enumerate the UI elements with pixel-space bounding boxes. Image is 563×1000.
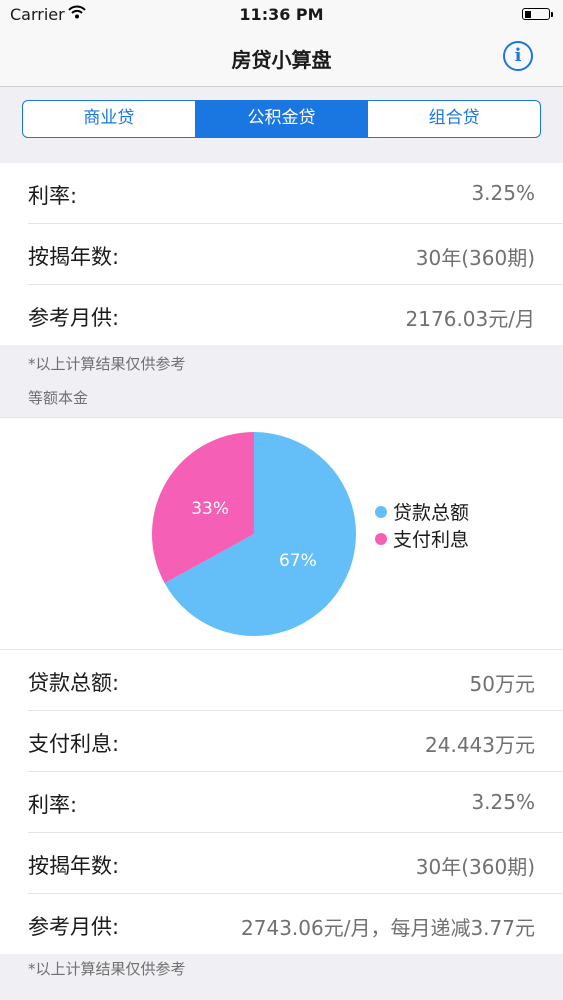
- segment-area: 商业贷 公积金贷 组合贷: [0, 87, 563, 153]
- result-list-equal-principal: 贷款总额: 50万元 支付利息: 24.443万元 利率: 3.25% 按揭年数…: [0, 649, 563, 954]
- clock: 11:36 PM: [239, 5, 324, 24]
- row-label: 按揭年数:: [28, 245, 120, 269]
- tab-provident-fund-loan[interactable]: 公积金贷: [195, 101, 369, 137]
- list-item: 支付利息: 24.443万元: [28, 711, 563, 772]
- result-list-equal-installment: 利率: 3.25% 按揭年数: 30年(360期) 参考月供: 2176.03元…: [0, 163, 563, 345]
- loan-type-segmented-control: 商业贷 公积金贷 组合贷: [22, 100, 541, 138]
- info-icon[interactable]: i: [503, 41, 533, 71]
- pie-slice-label: 67%: [279, 551, 317, 571]
- row-label: 参考月供:: [28, 306, 120, 330]
- status-bar: Carrier 11:36 PM: [0, 0, 563, 30]
- tab-commercial-loan[interactable]: 商业贷: [23, 101, 196, 137]
- legend-swatch: [375, 533, 387, 545]
- row-label: 利率:: [28, 793, 78, 817]
- disclaimer-note: *以上计算结果仅供参考: [28, 355, 186, 373]
- row-label: 利率:: [28, 184, 78, 208]
- list-item: 按揭年数: 30年(360期): [28, 833, 563, 894]
- row-label: 参考月供:: [28, 915, 120, 939]
- legend-label: 贷款总额: [393, 502, 469, 524]
- list-item: 贷款总额: 50万元: [28, 650, 563, 711]
- pie-chart: 67% 33% 贷款总额支付利息: [0, 417, 563, 650]
- row-label: 支付利息:: [28, 732, 120, 756]
- list-item: 参考月供: 2176.03元/月: [28, 285, 563, 345]
- row-value: 50万元: [469, 672, 535, 696]
- row-value: 2176.03元/月: [405, 307, 535, 331]
- tab-combined-loan[interactable]: 组合贷: [368, 101, 540, 137]
- pie-chart-svg: 67% 33% 贷款总额支付利息: [152, 432, 469, 636]
- row-value: 24.443万元: [425, 733, 535, 757]
- disclaimer-note: *以上计算结果仅供参考: [28, 960, 186, 978]
- list-item: 按揭年数: 30年(360期): [28, 224, 563, 285]
- list-item: 利率: 3.25%: [28, 772, 563, 833]
- navigation-bar: 房贷小算盘 i: [0, 30, 563, 87]
- row-value: 30年(360期): [415, 246, 535, 270]
- row-value: 30年(360期): [415, 855, 535, 879]
- legend-label: 支付利息: [393, 529, 469, 551]
- row-label: 贷款总额:: [28, 671, 120, 695]
- row-value: 2743.06元/月，每月递减3.77元: [241, 916, 535, 940]
- battery-icon: [522, 8, 553, 20]
- list-item: 参考月供: 2743.06元/月，每月递减3.77元: [28, 894, 563, 954]
- section-header: 等额本金: [28, 389, 89, 407]
- pie-slice-label: 33%: [191, 499, 229, 519]
- row-value: 3.25%: [471, 181, 535, 205]
- row-label: 按揭年数:: [28, 854, 120, 878]
- list-item: 利率: 3.25%: [28, 163, 563, 224]
- legend-swatch: [375, 506, 387, 518]
- row-value: 3.25%: [471, 790, 535, 814]
- page-title: 房贷小算盘: [231, 48, 332, 72]
